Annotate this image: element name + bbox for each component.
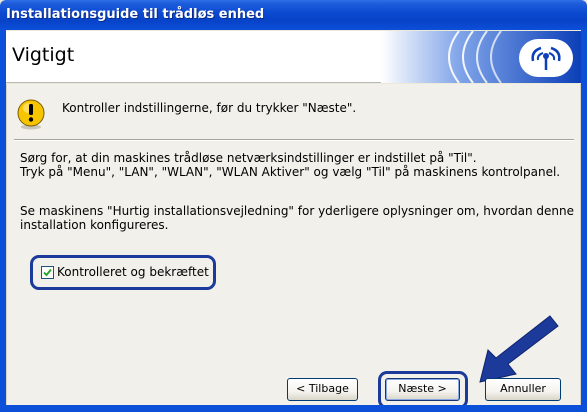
next-button[interactable]: Næste > [385, 378, 460, 401]
instruction-line: Se maskinens "Hurtig installationsvejled… [20, 204, 575, 218]
wireless-banner-icon [381, 31, 581, 83]
pointer-arrow-icon [479, 315, 559, 383]
instruction-line: Sørg for, at din maskines trådløse netvæ… [20, 151, 477, 165]
title-bar[interactable]: Installationsguide til trådløs enhed [0, 0, 587, 30]
divider [14, 139, 574, 141]
instruction-paragraph-2: Se maskinens "Hurtig installationsvejled… [20, 204, 575, 232]
confirmed-checkbox[interactable] [41, 266, 54, 279]
page-heading: Vigtigt [12, 44, 75, 66]
header-panel: Vigtigt [6, 31, 581, 83]
instruction-paragraph-1: Sørg for, at din maskines trådløse netvæ… [20, 151, 575, 179]
wizard-window: Installationsguide til trådløs enhed Vig… [0, 0, 587, 412]
window-frame-right [581, 30, 587, 412]
warning-message: Kontroller indstillingerne, før du trykk… [62, 101, 357, 115]
instruction-line: installation konfigureres. [20, 217, 169, 232]
back-button[interactable]: < Tilbage [287, 378, 358, 401]
checkmark-icon [43, 268, 52, 277]
warning-icon [17, 99, 45, 130]
window-title: Installationsguide til trådløs enhed [6, 7, 265, 22]
instruction-line: Tryk på "Menu", "LAN", "WLAN", "WLAN Akt… [20, 164, 561, 179]
cancel-button[interactable]: Annuller [485, 378, 561, 401]
confirmed-checkbox-label[interactable]: Kontrolleret og bekræftet [57, 265, 209, 279]
window-frame-bottom [6, 405, 581, 412]
